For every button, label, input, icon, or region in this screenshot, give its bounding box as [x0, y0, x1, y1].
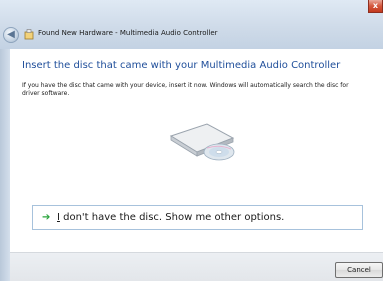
green-arrow-icon: ➔	[42, 212, 51, 223]
close-button[interactable]: x	[368, 0, 383, 13]
button-bar: Cancel	[10, 252, 383, 281]
hardware-icon	[24, 29, 34, 40]
title-bar: ◀ Found New Hardware - Multimedia Audio …	[0, 0, 383, 49]
wizard-window: ◀ Found New Hardware - Multimedia Audio …	[0, 0, 383, 281]
window-title: Found New Hardware - Multimedia Audio Co…	[38, 29, 218, 37]
page-description: If you have the disc that came with your…	[22, 82, 349, 97]
back-arrow-icon: ◀	[7, 29, 15, 40]
back-button[interactable]: ◀	[3, 27, 19, 43]
no-disc-option-button[interactable]: ➔ I don't have the disc. Show me other o…	[32, 205, 363, 230]
disc-drive-icon	[169, 123, 235, 161]
cancel-button[interactable]: Cancel	[335, 262, 383, 278]
close-icon: x	[372, 1, 379, 10]
page-heading: Insert the disc that came with your Mult…	[22, 60, 341, 71]
content-area: Insert the disc that came with your Mult…	[10, 49, 383, 252]
no-disc-option-label: I don't have the disc. Show me other opt…	[57, 212, 285, 223]
